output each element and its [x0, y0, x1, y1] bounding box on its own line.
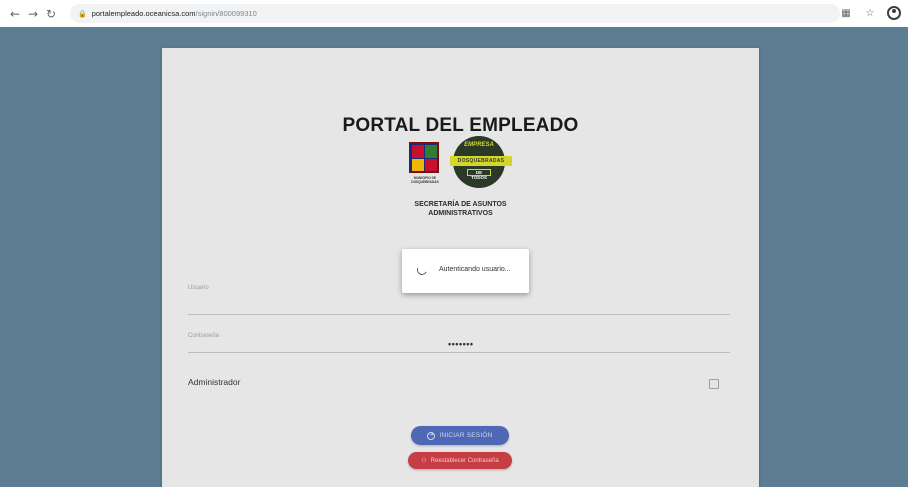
profile-icon[interactable] [886, 3, 902, 23]
loading-spinner-icon [415, 263, 429, 277]
admin-checkbox[interactable] [709, 379, 719, 389]
loading-dialog: Autenticando usuario... [402, 249, 529, 293]
forward-arrow-icon[interactable]: → [24, 5, 42, 23]
password-underline [188, 352, 730, 353]
logos: MUNICIPIO DE DOSQUEBRADAS EMPRESA DOSQUE… [405, 136, 520, 196]
department-line-1: SECRETARÍA DE ASUNTOS [414, 201, 507, 208]
reset-password-button[interactable]: ⚇ Reestablecer Contraseña [408, 452, 512, 469]
password-value: ••••••• [448, 339, 474, 349]
admin-label: Administrador [188, 377, 241, 387]
url-path: /signin/800099310 [195, 9, 257, 18]
translate-icon[interactable]: ▦ [838, 3, 854, 23]
gear-band-text: DOSQUEBRADAS [450, 156, 512, 166]
page-background: PORTAL DEL EMPLEADO MUNICIPIO DE DOSQUEB… [0, 27, 908, 487]
back-arrow-icon[interactable]: ← [6, 5, 24, 23]
address-bar[interactable]: 🔒 portalempleado.oceanicsa.com/signin/80… [70, 4, 840, 23]
login-arrow-icon: ➜ [427, 431, 436, 440]
key-icon: ⚇ [421, 457, 427, 464]
municipality-shield-logo [409, 142, 439, 173]
star-icon[interactable]: ☆ [862, 3, 878, 23]
lock-icon[interactable]: 🔒 [78, 10, 87, 18]
username-underline [188, 314, 730, 315]
url-host: portalempleado.oceanicsa.com [91, 9, 196, 18]
department-name: SECRETARÍA DE ASUNTOS ADMINISTRATIVOS [162, 200, 759, 218]
gear-top-text: EMPRESA [464, 142, 494, 148]
login-button[interactable]: ➜ INICIAR SESIÓN [411, 426, 509, 445]
reset-password-label: Reestablecer Contraseña [430, 457, 499, 464]
municipality-caption: MUNICIPIO DE DOSQUEBRADAS [411, 176, 439, 184]
reload-icon[interactable]: ↻ [42, 5, 60, 23]
page-title: PORTAL DEL EMPLEADO [342, 115, 579, 136]
browser-toolbar: ← → ↻ 🔒 portalempleado.oceanicsa.com/sig… [0, 0, 908, 27]
department-line-2: ADMINISTRATIVOS [428, 210, 493, 217]
gear-bottom-text: DE TODOS [467, 169, 491, 180]
login-button-label: INICIAR SESIÓN [439, 432, 493, 439]
loading-message: Autenticando usuario... [439, 266, 511, 273]
